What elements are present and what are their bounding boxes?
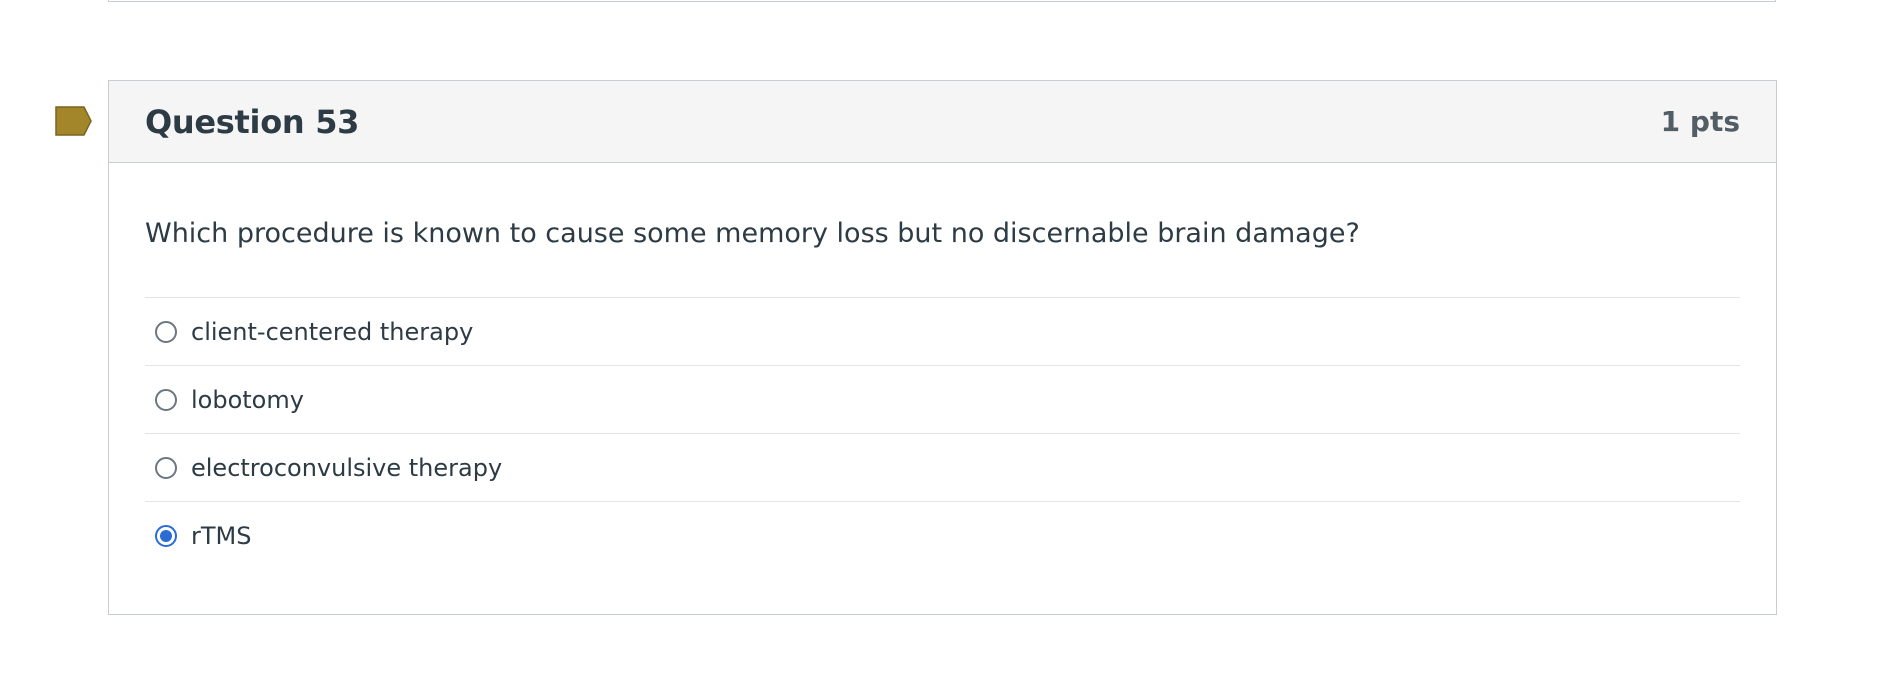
question-card: Question 53 1 pts Which procedure is kno…: [108, 80, 1777, 615]
quiz-page: Question 53 1 pts Which procedure is kno…: [0, 0, 1892, 688]
question-body: Which procedure is known to cause some m…: [109, 163, 1776, 570]
answer-list: client-centered therapy lobotomy electro…: [145, 297, 1740, 570]
flag-question-icon[interactable]: [55, 106, 93, 136]
radio-button[interactable]: [155, 320, 177, 343]
answer-option-client-centered-therapy[interactable]: client-centered therapy: [145, 298, 1740, 367]
answer-option-electroconvulsive-therapy[interactable]: electroconvulsive therapy: [145, 434, 1740, 503]
question-header: Question 53 1 pts: [109, 81, 1776, 163]
question-title: Question 53: [145, 102, 360, 141]
radio-button[interactable]: [155, 388, 177, 411]
answer-label: electroconvulsive therapy: [191, 453, 503, 482]
question-points: 1 pts: [1660, 105, 1740, 138]
question-text: Which procedure is known to cause some m…: [145, 218, 1360, 249]
answer-label: client-centered therapy: [191, 317, 474, 346]
answer-option-rtms[interactable]: rTMS: [145, 502, 1740, 570]
radio-button[interactable]: [155, 525, 177, 548]
answer-label: lobotomy: [191, 385, 304, 414]
answer-option-lobotomy[interactable]: lobotomy: [145, 366, 1740, 435]
previous-question-box: [108, 0, 1776, 2]
radio-button[interactable]: [155, 456, 177, 479]
answer-label: rTMS: [191, 522, 252, 551]
